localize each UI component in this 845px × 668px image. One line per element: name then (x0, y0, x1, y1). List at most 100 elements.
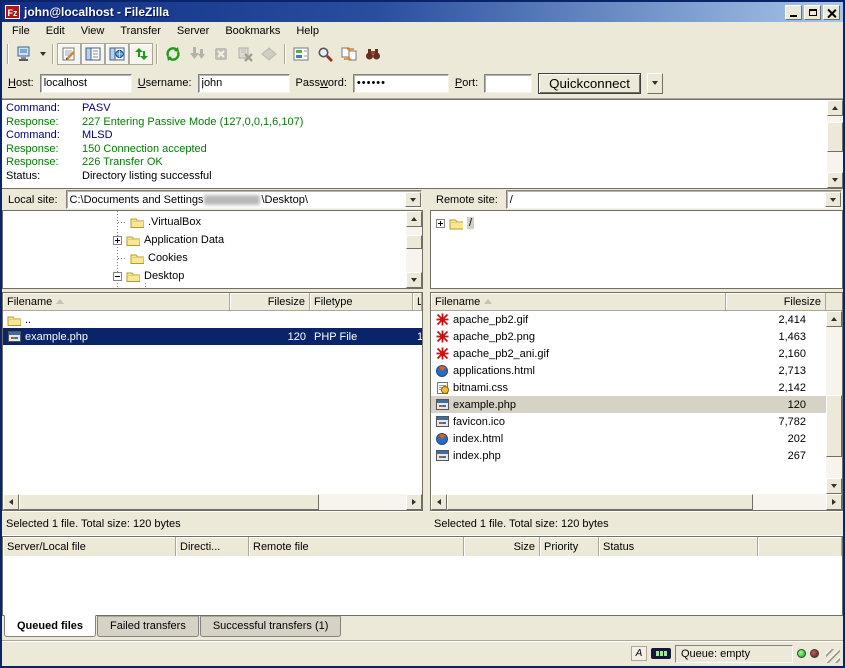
process-queue-icon (188, 45, 206, 63)
file-row[interactable]: index.php 267 (431, 447, 826, 464)
remote-list-scrollbar[interactable] (826, 311, 842, 494)
directory-comparison-button[interactable] (289, 43, 313, 65)
column-header-filename[interactable]: Filename (431, 293, 726, 310)
toggle-local-tree-button[interactable] (81, 43, 105, 65)
scroll-left-button[interactable] (3, 494, 19, 510)
combo-dropdown-button[interactable] (825, 192, 841, 207)
column-header-server-local-file[interactable]: Server/Local file (3, 537, 176, 556)
title-bar[interactable]: Fz john@localhost - FileZilla (2, 2, 843, 22)
menu-help[interactable]: Help (288, 23, 327, 39)
scrollbar-thumb[interactable] (447, 494, 753, 510)
local-site-combobox[interactable]: C:\Documents and Settings\Desktop\ (66, 190, 422, 209)
speed-limits-icon[interactable] (651, 648, 671, 659)
cancel-operation-button[interactable] (209, 43, 233, 65)
scroll-up-button[interactable] (826, 311, 842, 327)
tab-failed-transfers[interactable]: Failed transfers (97, 616, 199, 637)
scroll-down-button[interactable] (826, 478, 842, 494)
tree-item[interactable]: / (436, 214, 842, 232)
port-input[interactable] (484, 74, 532, 93)
expand-plus-icon[interactable] (436, 219, 445, 228)
minimize-button[interactable] (785, 5, 802, 20)
column-header-filetype[interactable]: Filetype (310, 293, 413, 310)
host-input[interactable] (40, 74, 132, 93)
column-header-direction[interactable]: Directi... (176, 537, 249, 556)
column-header-priority[interactable]: Priority (540, 537, 599, 556)
remote-site-combobox[interactable]: / (506, 190, 842, 209)
transfer-type-indicator-icon[interactable]: A (631, 646, 647, 661)
find-files-button[interactable] (313, 43, 337, 65)
scroll-down-button[interactable] (406, 272, 422, 288)
maximize-button[interactable] (804, 5, 821, 20)
column-header-remote-file[interactable]: Remote file (249, 537, 464, 556)
synchronized-browsing-button[interactable] (337, 43, 361, 65)
scroll-up-button[interactable] (406, 211, 422, 227)
queue-list-area[interactable] (2, 556, 843, 616)
menu-bookmarks[interactable]: Bookmarks (217, 23, 288, 39)
tab-successful-transfers[interactable]: Successful transfers (1) (200, 616, 342, 637)
site-manager-button[interactable] (12, 43, 36, 65)
refresh-button[interactable] (161, 43, 185, 65)
menu-view[interactable]: View (73, 23, 113, 39)
tree-item[interactable]: .VirtualBox (103, 213, 406, 231)
file-row-selected[interactable]: example.php 120 PHP File 1 (3, 328, 422, 345)
menu-transfer[interactable]: Transfer (112, 23, 169, 39)
column-header-lastmodified[interactable]: L (413, 293, 422, 310)
file-row[interactable]: applications.html 2,713 (431, 362, 826, 379)
column-header-status[interactable]: Status (599, 537, 758, 556)
local-pane: Local site: C:\Documents and Settings\De… (2, 189, 423, 535)
column-header-filename[interactable]: Filename (3, 293, 230, 310)
resize-grip[interactable] (826, 649, 840, 663)
filter-button[interactable] (361, 43, 385, 65)
scrollbar-thumb[interactable] (827, 122, 843, 152)
scrollbar-thumb[interactable] (19, 494, 319, 510)
remote-horizontal-scrollbar[interactable] (431, 494, 842, 510)
filezilla-window: Fz john@localhost - FileZilla File Edit … (0, 0, 845, 668)
quickconnect-dropdown[interactable] (647, 73, 663, 94)
file-row[interactable]: apache_pb2.gif 2,414 (431, 311, 826, 328)
folder-icon (126, 270, 140, 283)
file-row[interactable]: apache_pb2.png 1,463 (431, 328, 826, 345)
scroll-left-button[interactable] (431, 494, 447, 510)
process-queue-button[interactable] (185, 43, 209, 65)
file-row[interactable]: index.html 202 (431, 430, 826, 447)
menu-server[interactable]: Server (169, 23, 217, 39)
combo-dropdown-button[interactable] (405, 192, 421, 207)
file-row-selected[interactable]: example.php 120 (431, 396, 826, 413)
file-row[interactable]: bitnami.css 2,142 (431, 379, 826, 396)
file-row[interactable]: apache_pb2_ani.gif 2,160 (431, 345, 826, 362)
toggle-transfer-queue-button[interactable] (129, 43, 153, 65)
tab-queued-files[interactable]: Queued files (4, 615, 96, 637)
abort-button[interactable] (257, 43, 281, 65)
toggle-message-log-button[interactable] (57, 43, 81, 65)
toggle-remote-tree-button[interactable] (105, 43, 129, 65)
scroll-right-button[interactable] (826, 494, 842, 510)
tree-item[interactable]: Cookies (103, 249, 406, 267)
scroll-right-button[interactable] (406, 494, 422, 510)
password-input[interactable] (353, 74, 449, 93)
local-horizontal-scrollbar[interactable] (3, 494, 422, 510)
tree-item[interactable]: Desktop (103, 267, 406, 285)
quickconnect-button[interactable]: Quickconnect (538, 73, 641, 94)
collapse-minus-icon[interactable] (113, 272, 122, 281)
log-scrollbar[interactable] (827, 100, 843, 188)
column-header-size[interactable]: Size (464, 537, 540, 556)
column-header-filesize[interactable]: Filesize (230, 293, 310, 310)
menu-edit[interactable]: Edit (38, 23, 73, 39)
log-line: Response:226 Transfer OK (6, 156, 823, 170)
disconnect-button[interactable] (233, 43, 257, 65)
close-button[interactable] (823, 5, 840, 20)
tree-item[interactable]: Application Data (103, 231, 406, 249)
scroll-up-button[interactable] (827, 100, 843, 116)
expand-plus-icon[interactable] (113, 236, 122, 245)
site-manager-dropdown[interactable] (36, 43, 49, 65)
scroll-down-button[interactable] (827, 172, 843, 188)
menu-file[interactable]: File (4, 23, 38, 39)
scrollbar-thumb[interactable] (826, 395, 842, 457)
file-row[interactable]: favicon.ico 7,782 (431, 413, 826, 430)
file-row[interactable]: .. (3, 311, 422, 328)
username-input[interactable] (198, 74, 290, 93)
pane-splitter[interactable] (423, 189, 430, 535)
local-tree-scrollbar[interactable] (406, 211, 422, 288)
column-header-filesize[interactable]: Filesize (726, 293, 826, 310)
scrollbar-thumb[interactable] (406, 235, 422, 249)
